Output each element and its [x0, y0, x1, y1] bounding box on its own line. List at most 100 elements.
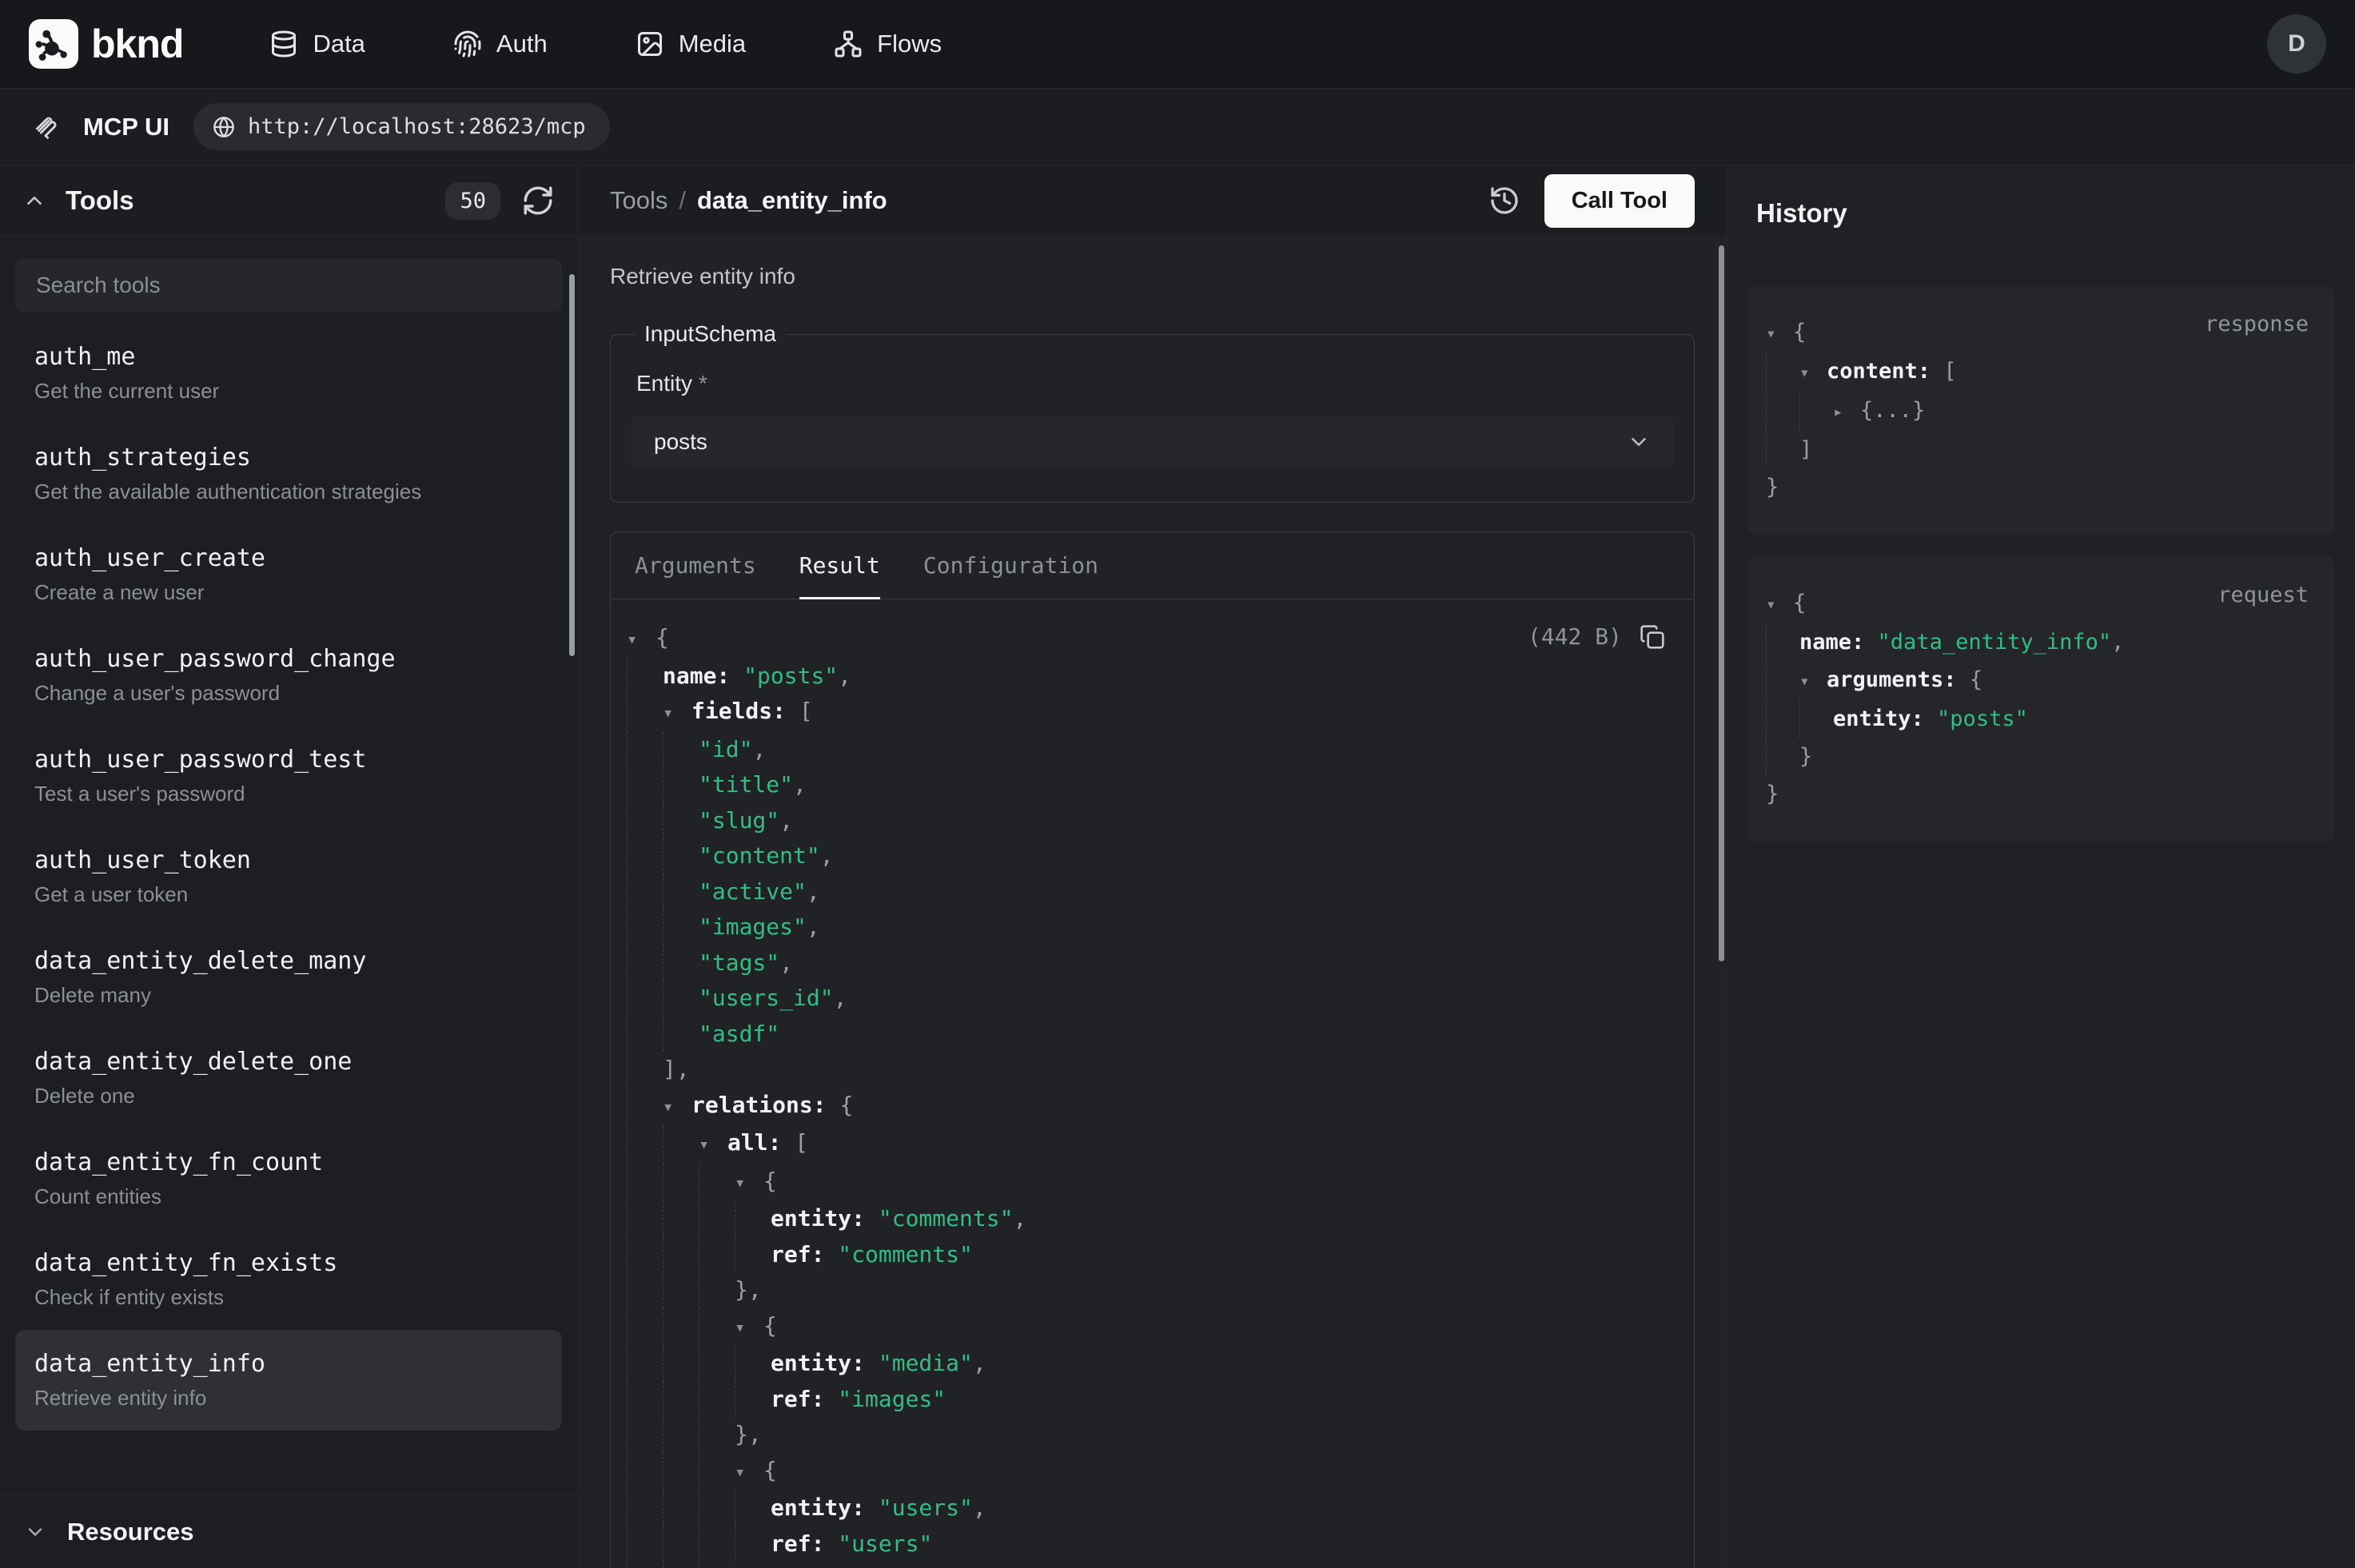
history-card-response[interactable]: response▾{▾content: [▸{...}]} — [1748, 286, 2334, 535]
history-card-request[interactable]: request▾{name: "data_entity_info",▾argum… — [1748, 557, 2334, 842]
mcp-icon — [32, 113, 59, 141]
tool-item-auth_user_password_test[interactable]: auth_user_password_testTest a user's pas… — [15, 726, 562, 826]
json-key: content: — [1827, 359, 1943, 384]
nav-item-media[interactable]: Media — [636, 30, 746, 58]
required-mark: * — [699, 371, 707, 396]
json-string-value: "images" — [699, 913, 807, 940]
refresh-icon[interactable] — [521, 184, 555, 217]
json-string-value: "posts" — [743, 663, 838, 689]
input-schema-legend: InputSchema — [635, 321, 786, 347]
tool-item-data_entity_fn_exists[interactable]: data_entity_fn_existsCheck if entity exi… — [15, 1229, 562, 1330]
bknd-logo[interactable]: bknd — [29, 19, 183, 69]
breadcrumb-tools[interactable]: Tools — [610, 186, 667, 215]
tool-name: auth_user_create — [34, 544, 543, 572]
nav-item-label: Media — [679, 30, 746, 58]
chevron-up-icon[interactable] — [22, 189, 46, 213]
tool-detail-panel: Tools / data_entity_info Call Tool Retri… — [578, 165, 1727, 1568]
collapse-caret-icon[interactable]: ▾ — [663, 696, 691, 732]
json-string-value: "comments" — [838, 1241, 973, 1268]
collapse-caret-icon[interactable]: ▾ — [1799, 354, 1827, 392]
json-key: name: — [663, 663, 743, 689]
collapse-caret-icon[interactable]: ▾ — [627, 623, 655, 659]
json-punctuation: { — [763, 1457, 777, 1483]
entity-select[interactable]: posts — [632, 416, 1673, 468]
tab-configuration[interactable]: Configuration — [923, 532, 1098, 599]
indent-guide — [627, 732, 663, 768]
tool-desc: Delete one — [34, 1084, 543, 1108]
tool-item-auth_strategies[interactable]: auth_strategiesGet the available authent… — [15, 424, 562, 524]
search-input[interactable] — [15, 259, 562, 312]
tool-item-data_entity_fn_count[interactable]: data_entity_fn_countCount entities — [15, 1128, 562, 1229]
indent-guide — [1766, 352, 1799, 392]
collapse-caret-icon[interactable]: ▾ — [663, 1090, 691, 1126]
mcp-bar: MCP UI http://localhost:28623/mcp — [0, 89, 2355, 165]
tool-item-auth_user_token[interactable]: auth_user_tokenGet a user token — [15, 826, 562, 927]
json-string-value: "media" — [879, 1350, 973, 1376]
collapse-caret-icon[interactable]: ▾ — [735, 1455, 763, 1491]
indent-guide — [663, 1526, 699, 1562]
call-tool-button[interactable]: Call Tool — [1544, 174, 1695, 228]
json-comma: , — [973, 1494, 986, 1521]
tool-item-auth_user_create[interactable]: auth_user_create Create a new user — [15, 524, 562, 625]
collapse-caret-icon[interactable]: ▾ — [1799, 663, 1827, 700]
indent-guide — [663, 732, 699, 768]
indent-guide — [735, 1346, 771, 1382]
flows-icon — [834, 30, 863, 58]
json-string-value: "data_entity_info" — [1878, 630, 2112, 655]
collapse-caret-icon[interactable]: ▾ — [1766, 586, 1793, 623]
history-panel: History response▾{▾content: [▸{...}]}req… — [1727, 165, 2355, 1568]
tools-sidebar: Tools 50 auth_meGet the current userauth… — [0, 165, 578, 1568]
mcp-url-pill[interactable]: http://localhost:28623/mcp — [193, 103, 610, 150]
collapse-caret-icon[interactable]: ▾ — [735, 1311, 763, 1347]
image-icon — [636, 30, 664, 58]
tool-item-data_entity_delete_one[interactable]: data_entity_delete_one Delete one — [15, 1028, 562, 1128]
globe-icon — [213, 116, 235, 138]
nav-item-auth[interactable]: Auth — [453, 30, 548, 58]
json-key: entity: — [1833, 706, 1937, 731]
indent-guide — [627, 1272, 663, 1308]
collapse-caret-icon[interactable]: ▾ — [1766, 315, 1793, 352]
json-comma: , — [2111, 630, 2124, 655]
indent-guide — [663, 1272, 699, 1308]
indent-guide — [627, 1237, 663, 1273]
indent-guide — [699, 1308, 735, 1347]
resources-section[interactable]: Resources — [0, 1494, 577, 1568]
json-string-value: "id" — [699, 736, 752, 762]
tool-item-auth_user_password_change[interactable]: auth_user_password_changeChange a user's… — [15, 625, 562, 726]
history-icon[interactable] — [1488, 185, 1520, 217]
json-line: ▾{ — [627, 1308, 1665, 1347]
json-punctuation: } — [1766, 782, 1779, 806]
sidebar-scrollbar[interactable] — [569, 274, 575, 656]
json-punctuation: {...} — [1860, 398, 1925, 423]
collapse-caret-icon[interactable]: ▾ — [699, 1128, 727, 1164]
nav-item-data[interactable]: Data — [269, 30, 365, 58]
json-line: entity: "comments", — [627, 1201, 1665, 1237]
json-line: ] — [1766, 431, 2310, 468]
tool-item-data_entity_info[interactable]: data_entity_infoRetrieve entity info — [15, 1330, 562, 1431]
json-punctuation: [ — [1943, 359, 1956, 384]
indent-guide — [1766, 738, 1799, 775]
copy-icon[interactable] — [1640, 624, 1665, 650]
main-scrollbar[interactable] — [1719, 245, 1724, 961]
nav-item-flows[interactable]: Flows — [834, 30, 942, 58]
indent-guide — [663, 1164, 699, 1202]
user-avatar[interactable]: D — [2267, 14, 2326, 74]
json-line: "content", — [627, 838, 1665, 874]
indent-guide — [663, 838, 699, 874]
tab-arguments[interactable]: Arguments — [635, 532, 756, 599]
indent-guide — [627, 1308, 663, 1347]
json-comma: , — [807, 878, 820, 905]
nav-item-label: Flows — [877, 30, 942, 58]
tool-desc: Create a new user — [34, 580, 543, 605]
json-line: "users_id", — [627, 981, 1665, 1017]
tool-item-data_entity_delete_many[interactable]: data_entity_delete_manyDelete many — [15, 927, 562, 1028]
expand-caret-icon[interactable]: ▸ — [1833, 393, 1860, 431]
mcp-url: http://localhost:28623/mcp — [248, 114, 586, 139]
indent-guide — [627, 981, 663, 1017]
tool-name: data_entity_delete_one — [34, 1048, 543, 1076]
tab-result[interactable]: Result — [799, 532, 880, 599]
tool-item-auth_me[interactable]: auth_meGet the current user — [15, 323, 562, 424]
collapse-caret-icon[interactable]: ▾ — [735, 1166, 763, 1202]
tool-name: data_entity_fn_exists — [34, 1249, 543, 1277]
tool-name: data_entity_info — [34, 1350, 543, 1378]
